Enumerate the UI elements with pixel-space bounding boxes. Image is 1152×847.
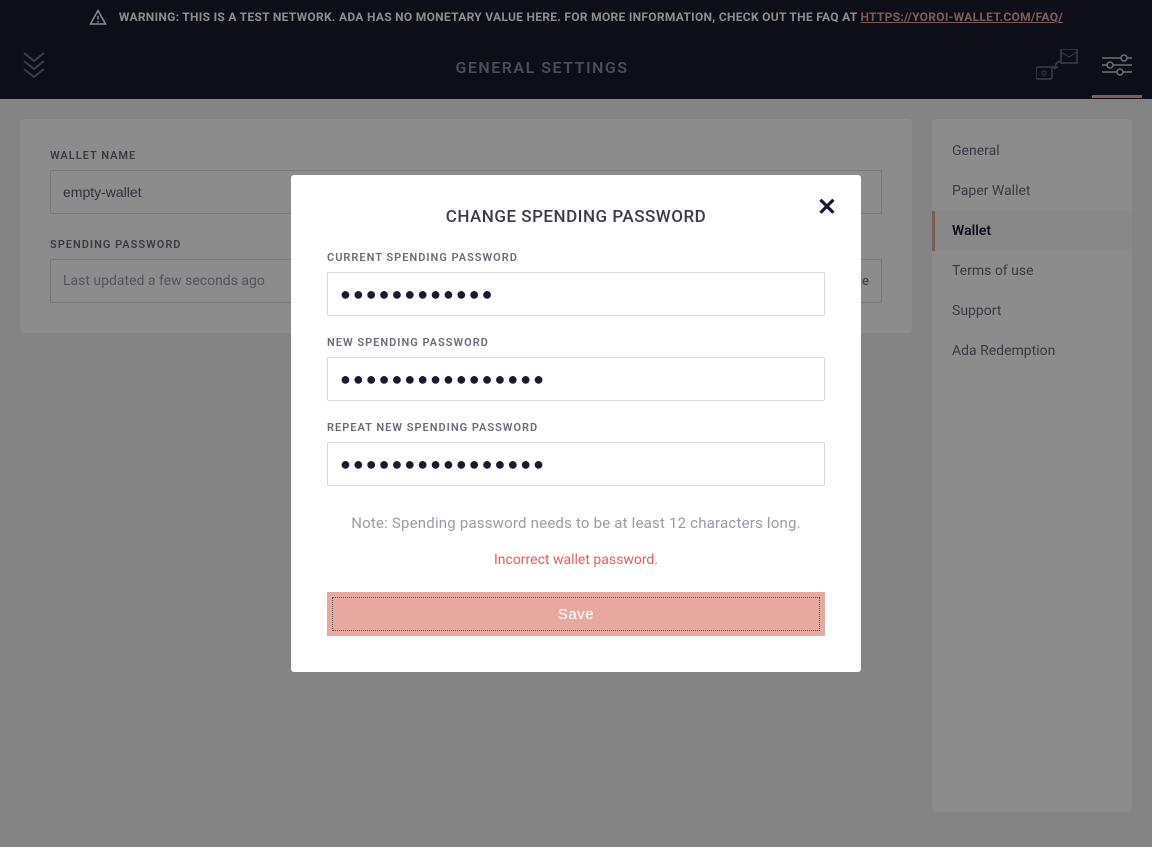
- modal-note: Note: Spending password needs to be at l…: [327, 514, 825, 532]
- modal-title: CHANGE SPENDING PASSWORD: [327, 207, 825, 227]
- new-password-group: NEW SPENDING PASSWORD: [327, 336, 825, 401]
- new-password-input[interactable]: [327, 357, 825, 401]
- current-password-input[interactable]: [327, 272, 825, 316]
- save-button[interactable]: Save: [327, 592, 825, 636]
- repeat-password-label: REPEAT NEW SPENDING PASSWORD: [327, 421, 825, 434]
- repeat-password-group: REPEAT NEW SPENDING PASSWORD: [327, 421, 825, 486]
- new-password-label: NEW SPENDING PASSWORD: [327, 336, 825, 349]
- change-password-modal: ✕ CHANGE SPENDING PASSWORD CURRENT SPEND…: [291, 175, 861, 672]
- modal-overlay: ✕ CHANGE SPENDING PASSWORD CURRENT SPEND…: [0, 0, 1152, 847]
- modal-error: Incorrect wallet password.: [327, 552, 825, 568]
- current-password-group: CURRENT SPENDING PASSWORD: [327, 251, 825, 316]
- repeat-password-input[interactable]: [327, 442, 825, 486]
- current-password-label: CURRENT SPENDING PASSWORD: [327, 251, 825, 264]
- close-icon[interactable]: ✕: [817, 195, 837, 219]
